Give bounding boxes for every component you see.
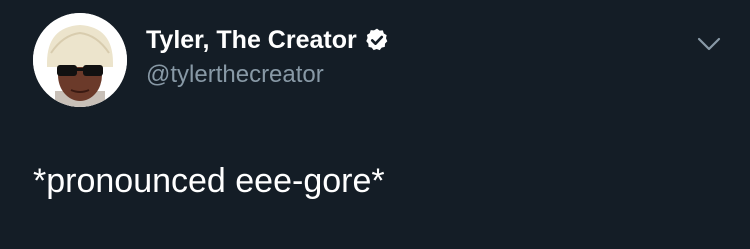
author-name-row[interactable]: Tyler, The Creator [146, 25, 390, 55]
tweet-card: Tyler, The Creator @tylerthecreator *pro… [0, 0, 750, 249]
author-handle[interactable]: @tylerthecreator [146, 60, 324, 90]
profile-photo-icon [33, 13, 127, 107]
tweet-text: *pronounced eee-gore* [33, 162, 385, 200]
verified-badge-icon [365, 28, 388, 51]
author-name[interactable]: Tyler, The Creator [146, 25, 357, 55]
avatar[interactable] [33, 13, 127, 107]
chevron-down-icon[interactable] [694, 32, 724, 56]
